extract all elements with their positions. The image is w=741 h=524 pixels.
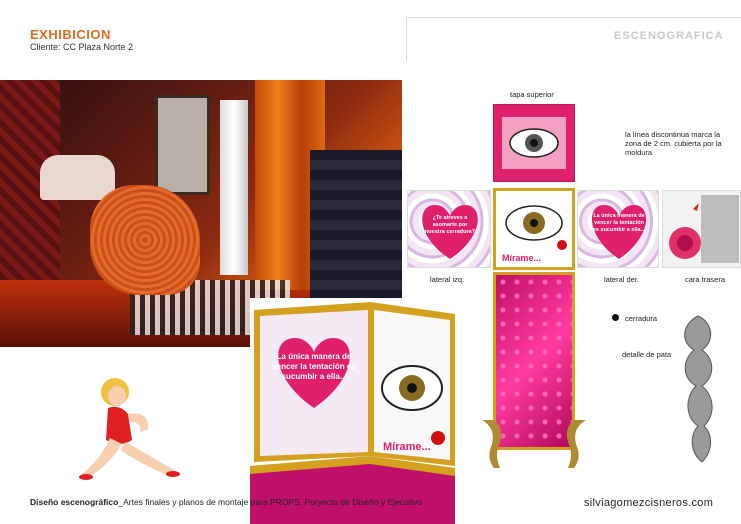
scene-knit-drape bbox=[90, 185, 200, 295]
label-lateral-right: lateral der. bbox=[604, 275, 640, 284]
scene-sofa bbox=[40, 155, 115, 200]
label-back: cara trasera bbox=[685, 275, 726, 284]
right-heart-text: La única manera de vencer la tentación e… bbox=[592, 213, 646, 233]
pedestal-box-photo bbox=[250, 298, 460, 524]
label-leg-detail: detalle de pata bbox=[622, 350, 672, 359]
section-title: ESCENOGRAFICA bbox=[614, 30, 724, 42]
footer-bold: Diseño escenográfico bbox=[30, 497, 119, 507]
scene-mirror bbox=[155, 95, 210, 195]
footer-description: Diseño escenográfico_Artes finales y pla… bbox=[30, 497, 422, 507]
eye-icon bbox=[505, 205, 567, 250]
client-line: Cliente: CC Plaza Norte 2 bbox=[30, 42, 134, 52]
lock-icon bbox=[612, 314, 619, 321]
scene-cabinet bbox=[310, 150, 402, 300]
back-panel bbox=[662, 190, 741, 268]
front-panel: Mírame... bbox=[493, 188, 575, 270]
pedestal-caption: Mírame... bbox=[383, 441, 431, 453]
label-lateral-left: lateral izq. bbox=[430, 275, 465, 284]
exhibition-title: EXHIBICION bbox=[30, 27, 111, 42]
scene-column bbox=[220, 100, 248, 275]
frame-line-vertical bbox=[406, 17, 407, 61]
label-lock: cerradura bbox=[625, 314, 658, 323]
left-side-panel: ¿Te atreves a asomarte por nuestra cerra… bbox=[407, 190, 491, 268]
carved-legs bbox=[482, 420, 586, 468]
eye-icon bbox=[502, 117, 566, 169]
top-panel bbox=[493, 104, 575, 182]
left-heart-text: ¿Te atreves a asomarte por nuestra cerra… bbox=[424, 215, 476, 235]
pedestal-heart-text: La única manera de vencer la tentación e… bbox=[272, 352, 356, 381]
front-caption: Mírame... bbox=[502, 253, 542, 263]
label-note: la línea discontinua marca la zona de 2 … bbox=[625, 130, 722, 157]
frame-line-horizontal bbox=[406, 17, 741, 18]
footer-rest: _Artes finales y planos de montaje para … bbox=[118, 497, 423, 507]
ornament-leg-icon bbox=[684, 315, 713, 463]
right-side-panel: La única manera de vencer la tentación e… bbox=[577, 190, 659, 268]
rose-icon bbox=[669, 195, 739, 263]
footer-website: silviagomezcisneros.com bbox=[584, 497, 714, 509]
pinup-illustration bbox=[79, 378, 180, 480]
label-top: tapa superior bbox=[510, 90, 554, 99]
